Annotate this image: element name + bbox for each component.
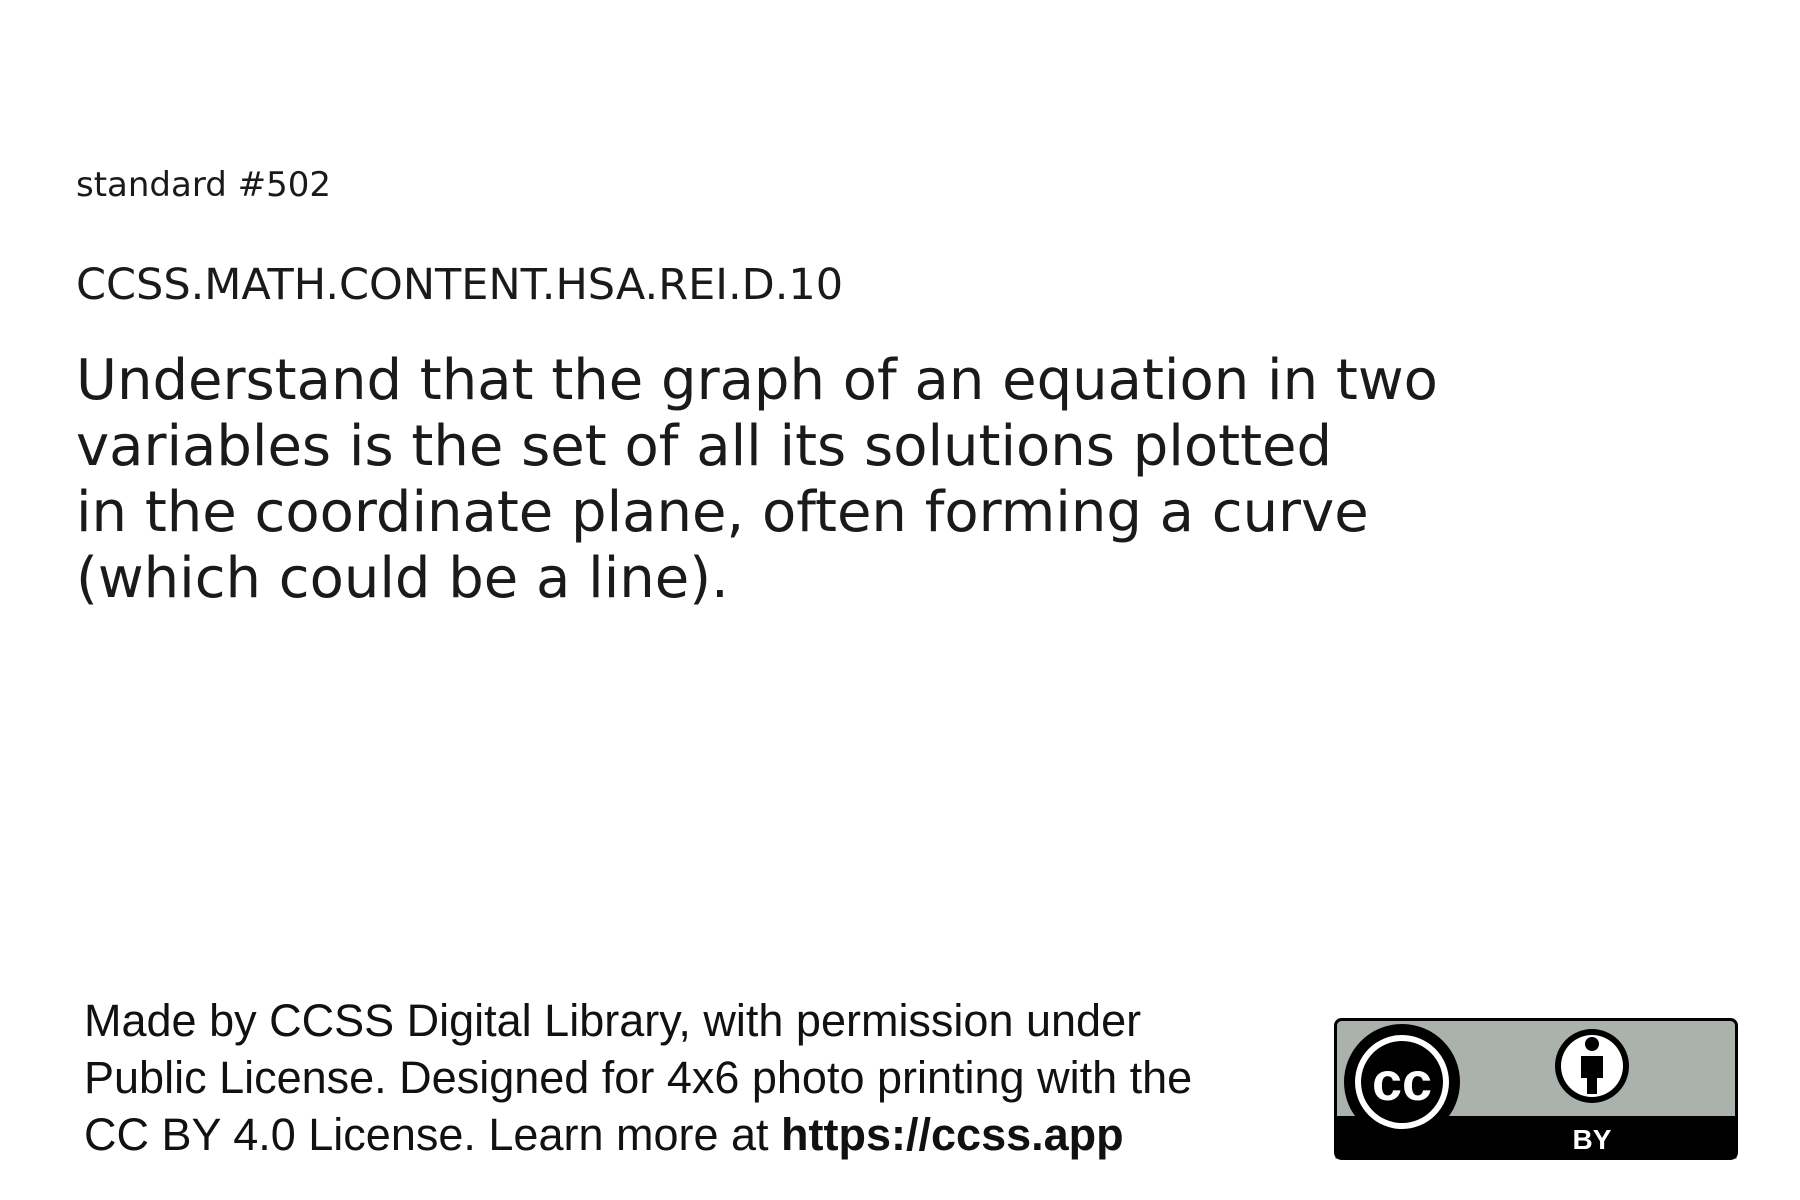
by-label: BY [1573,1124,1612,1155]
cc-by-license-badge[interactable]: cc BY [1334,1018,1738,1160]
attribution-person-icon [1555,1029,1629,1103]
attribution-line: CC BY 4.0 License. Learn more at https:/… [84,1106,1334,1163]
standard-card: standard #502 CCSS.MATH.CONTENT.HSA.REI.… [0,0,1800,1200]
ccss-website-link[interactable]: https://ccss.app [781,1109,1124,1160]
attribution-line-prefix: CC BY 4.0 License. Learn more at [84,1109,782,1160]
standard-description-line: (which could be a line). [76,546,729,611]
attribution-footer: Made by CCSS Digital Library, with permi… [84,992,1334,1163]
standard-code: CCSS.MATH.CONTENT.HSA.REI.D.10 [76,260,844,310]
standard-number-label: standard #502 [76,165,331,205]
standard-description-line: Understand that the graph of an equation… [76,348,1438,413]
attribution-line: Made by CCSS Digital Library, with permi… [84,995,1142,1046]
standard-description-line: variables is the set of all its solution… [76,414,1333,479]
standard-description-line: in the coordinate plane, often forming a… [76,480,1369,545]
cc-logo-icon: cc [1344,1024,1460,1140]
attribution-line: Public License. Designed for 4x6 photo p… [84,1052,1193,1103]
standard-description: Understand that the graph of an equation… [76,348,1506,612]
cc-logo-label: cc [1372,1052,1432,1112]
